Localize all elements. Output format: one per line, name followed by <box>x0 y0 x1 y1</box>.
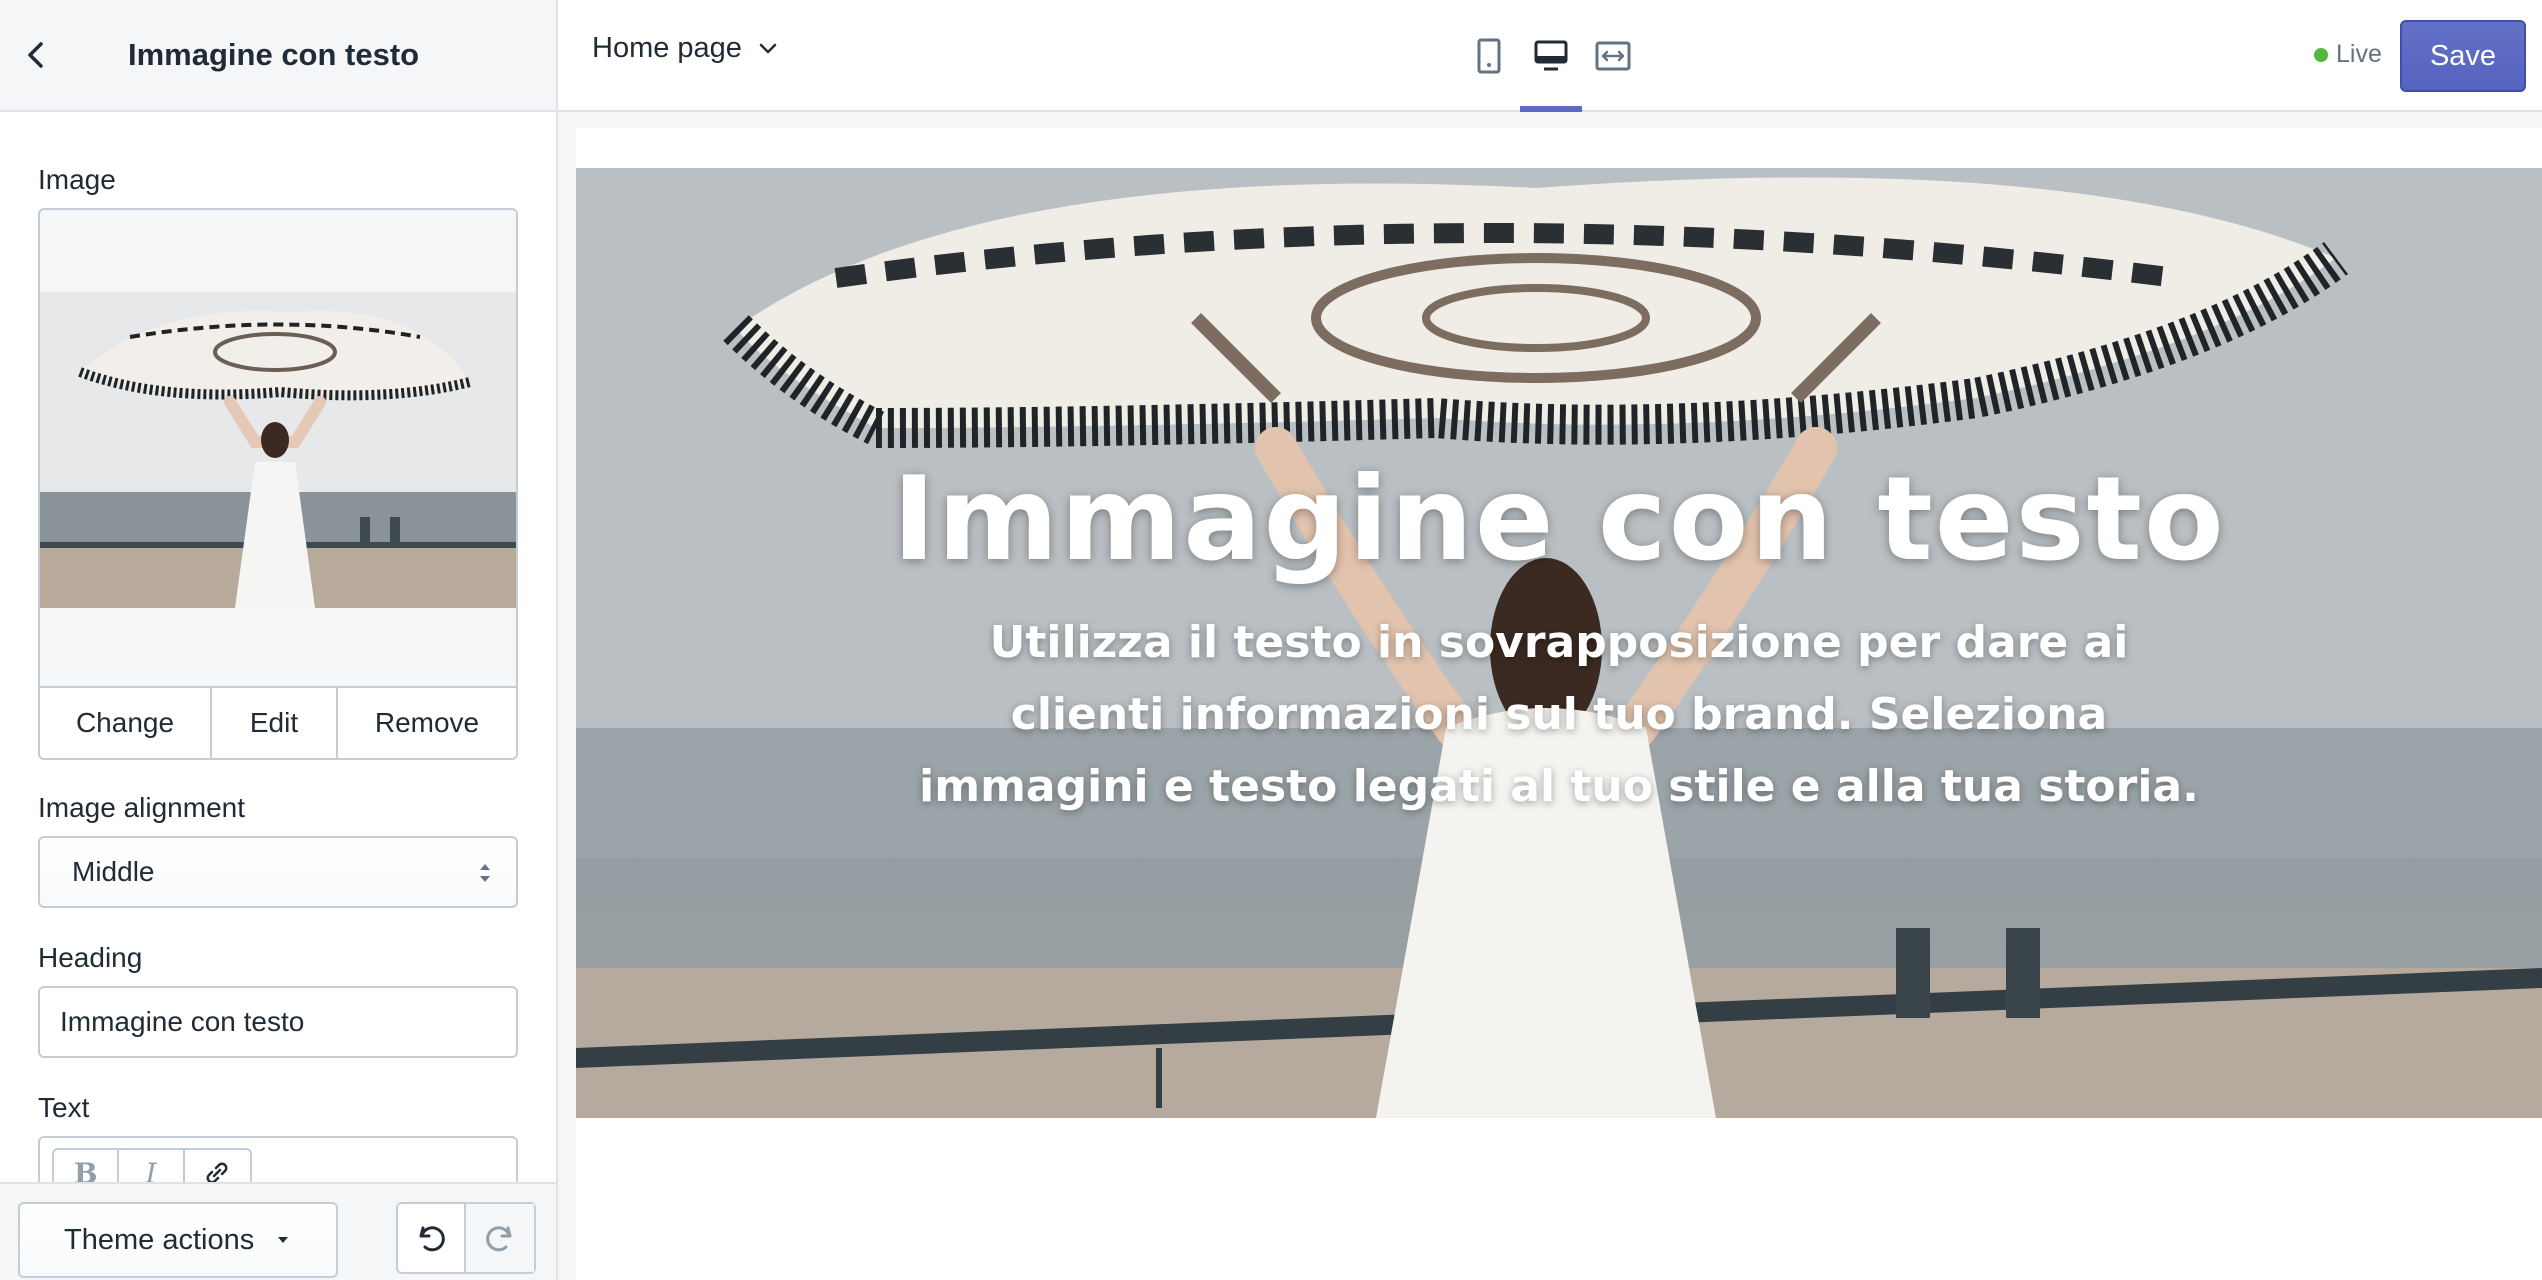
full-width-view-button[interactable] <box>1582 0 1644 112</box>
select-arrows-icon <box>480 864 490 882</box>
image-alignment-label: Image alignment <box>38 792 246 823</box>
change-image-button[interactable]: Change <box>40 688 212 758</box>
undo-button[interactable] <box>398 1204 467 1272</box>
image-alignment-select[interactable]: Middle <box>38 836 518 908</box>
theme-actions-button[interactable]: Theme actions <box>18 1202 338 1278</box>
settings-panel[interactable]: Image Change Edit Remove Image alignment… <box>0 122 556 1182</box>
editor-sidebar: Immagine con testo Image Change Edit Rem… <box>0 0 558 1280</box>
bold-button[interactable]: B <box>54 1150 120 1182</box>
live-status-label: Live <box>2336 40 2382 68</box>
redo-icon <box>486 1226 512 1252</box>
desktop-view-button[interactable] <box>1520 0 1582 112</box>
sidebar-header: Immagine con testo <box>0 0 556 112</box>
sidebar-footer: Theme actions <box>0 1182 556 1280</box>
editor-topbar: Home page Live Save <box>558 0 2542 112</box>
page-selector-label: Home page <box>592 32 742 64</box>
image-actions: Change Edit Remove <box>40 686 516 758</box>
text-label: Text <box>38 1092 90 1123</box>
preview-area: Immagine con testo Utilizza il testo in … <box>558 112 2542 1280</box>
edit-image-button[interactable]: Edit <box>212 688 338 758</box>
live-dot-icon <box>2314 47 2328 62</box>
chevron-left-icon <box>28 42 43 68</box>
history-controls <box>396 1202 536 1274</box>
desktop-icon <box>1534 40 1568 71</box>
image-thumbnail <box>40 292 516 608</box>
link-icon <box>206 1162 228 1182</box>
hero-body-text: Utilizza il testo in sovrapposizione per… <box>919 617 2199 812</box>
back-button[interactable] <box>0 0 72 111</box>
storefront-preview[interactable]: Immagine con testo Utilizza il testo in … <box>576 128 2542 1280</box>
heading-label: Heading <box>38 942 143 973</box>
mobile-view-button[interactable] <box>1458 0 1520 112</box>
rich-text-editor[interactable]: B I <box>38 1136 518 1182</box>
theme-actions-label: Theme actions <box>64 1223 255 1256</box>
caret-down-icon <box>278 1237 289 1243</box>
heading-input[interactable]: Immagine con testo <box>38 986 518 1058</box>
hero-heading: Immagine con testo <box>892 452 2226 587</box>
italic-button[interactable]: I <box>119 1150 185 1182</box>
full-width-icon <box>1595 41 1631 71</box>
mobile-icon <box>1477 38 1501 74</box>
page-selector[interactable]: Home page <box>592 32 778 65</box>
device-switcher <box>1458 0 1644 112</box>
chevron-down-icon <box>759 43 777 53</box>
save-button[interactable]: Save <box>2400 20 2526 92</box>
image-alignment-value: Middle <box>72 856 155 887</box>
live-status: Live <box>2314 40 2382 69</box>
section-title: Immagine con testo <box>128 37 420 72</box>
rich-text-toolbar: B I <box>52 1148 252 1182</box>
link-button[interactable] <box>185 1150 250 1182</box>
remove-image-button[interactable]: Remove <box>338 688 516 758</box>
image-thumbnail-picture <box>40 292 516 608</box>
hero-image-section[interactable]: Immagine con testo Utilizza il testo in … <box>576 168 2542 1118</box>
redo-button[interactable] <box>466 1204 534 1272</box>
image-label: Image <box>38 164 116 195</box>
hero-text-overlay: Immagine con testo Utilizza il testo in … <box>576 168 2542 1118</box>
undo-icon <box>419 1226 445 1252</box>
image-picker: Change Edit Remove <box>38 208 518 760</box>
